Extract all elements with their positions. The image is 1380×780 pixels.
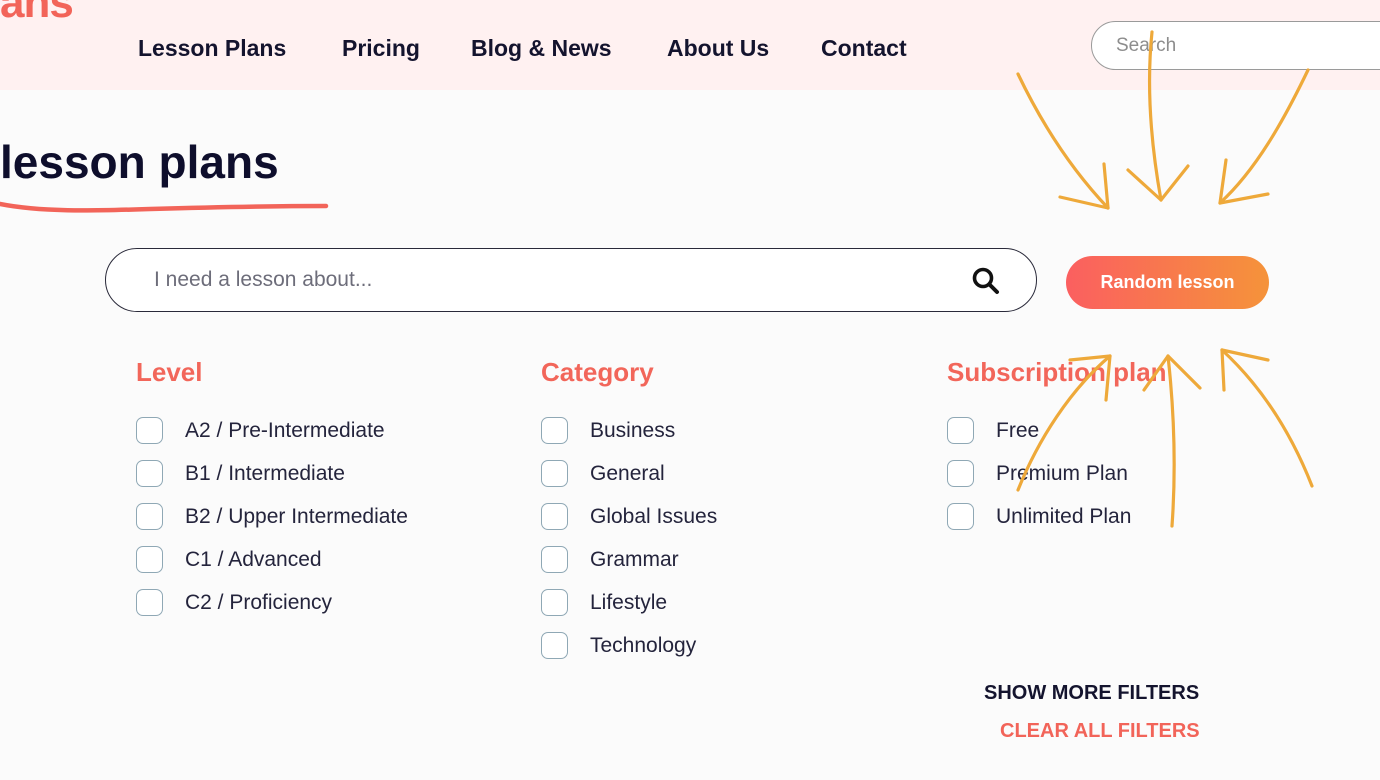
- site-logo[interactable]: ans: [0, 0, 74, 28]
- filter-option-grammar[interactable]: Grammar: [541, 538, 717, 581]
- filter-option-free[interactable]: Free: [947, 409, 1167, 452]
- filter-option-b1[interactable]: B1 / Intermediate: [136, 452, 408, 495]
- filter-option-business[interactable]: Business: [541, 409, 717, 452]
- filter-option-c1[interactable]: C1 / Advanced: [136, 538, 408, 581]
- filter-option-label: Business: [590, 418, 676, 442]
- title-underline: [0, 201, 329, 213]
- checkbox[interactable]: [136, 417, 163, 444]
- filter-option-a2[interactable]: A2 / Pre-Intermediate: [136, 409, 408, 452]
- header-search-input[interactable]: [1116, 34, 1366, 58]
- filter-option-c2[interactable]: C2 / Proficiency: [136, 581, 408, 624]
- filter-option-label: C1 / Advanced: [185, 547, 322, 571]
- checkbox[interactable]: [541, 546, 568, 573]
- checkbox[interactable]: [947, 417, 974, 444]
- checkbox[interactable]: [136, 589, 163, 616]
- filter-option-label: B2 / Upper Intermediate: [185, 504, 408, 528]
- filter-option-technology[interactable]: Technology: [541, 624, 717, 667]
- checkbox[interactable]: [136, 460, 163, 487]
- filter-option-label: Global Issues: [590, 504, 718, 528]
- filter-option-global-issues[interactable]: Global Issues: [541, 495, 717, 538]
- top-nav-bar: ans Lesson Plans Pricing Blog & News Abo…: [0, 0, 1380, 90]
- filter-list-subscription: Free Premium Plan Unlimited Plan: [947, 409, 1167, 538]
- filter-option-label: Premium Plan: [996, 461, 1128, 485]
- random-lesson-button[interactable]: Random lesson: [1066, 256, 1269, 309]
- filter-group-level: Level A2 / Pre-Intermediate B1 / Interme…: [136, 357, 408, 624]
- filter-option-b2[interactable]: B2 / Upper Intermediate: [136, 495, 408, 538]
- checkbox[interactable]: [541, 417, 568, 444]
- filter-option-label: Technology: [590, 633, 697, 657]
- filter-list-category: Business General Global Issues Grammar L…: [541, 409, 717, 667]
- lesson-search-input[interactable]: [154, 265, 934, 295]
- filter-option-label: B1 / Intermediate: [185, 461, 345, 485]
- nav-about-us[interactable]: About Us: [667, 35, 769, 62]
- header-search-box: [1091, 21, 1380, 70]
- filter-heading-subscription: Subscription plan: [947, 357, 1167, 387]
- nav-blog-news[interactable]: Blog & News: [471, 35, 612, 62]
- nav-lesson-plans[interactable]: Lesson Plans: [138, 35, 286, 62]
- nav-contact[interactable]: Contact: [821, 35, 907, 62]
- checkbox[interactable]: [541, 632, 568, 659]
- filter-option-label: C2 / Proficiency: [185, 590, 333, 614]
- checkbox[interactable]: [136, 503, 163, 530]
- checkbox[interactable]: [947, 503, 974, 530]
- page-title: lesson plans: [0, 136, 279, 188]
- search-icon[interactable]: [970, 265, 1002, 297]
- show-more-filters-link[interactable]: SHOW MORE FILTERS: [984, 682, 1199, 705]
- checkbox[interactable]: [947, 460, 974, 487]
- filter-option-premium[interactable]: Premium Plan: [947, 452, 1167, 495]
- filter-heading-category: Category: [541, 357, 654, 387]
- filter-option-label: Unlimited Plan: [996, 504, 1132, 528]
- filter-option-label: Free: [996, 418, 1040, 442]
- filter-option-label: Lifestyle: [590, 590, 668, 614]
- checkbox[interactable]: [541, 589, 568, 616]
- nav-pricing[interactable]: Pricing: [342, 35, 420, 62]
- arrow-bottom-middle: [1166, 354, 1176, 528]
- arrow-bottom-right: [1220, 348, 1314, 488]
- filter-option-unlimited[interactable]: Unlimited Plan: [947, 495, 1167, 538]
- checkbox[interactable]: [541, 460, 568, 487]
- filter-option-label: A2 / Pre-Intermediate: [185, 418, 385, 442]
- checkbox[interactable]: [541, 503, 568, 530]
- filter-option-label: General: [590, 461, 665, 485]
- checkbox[interactable]: [136, 546, 163, 573]
- filter-list-level: A2 / Pre-Intermediate B1 / Intermediate …: [136, 409, 408, 624]
- filter-group-category: Category Business General Global Issues …: [541, 357, 717, 667]
- arrow-top-left: [1016, 72, 1110, 210]
- filter-option-lifestyle[interactable]: Lifestyle: [541, 581, 717, 624]
- filter-heading-level: Level: [136, 357, 203, 387]
- filter-group-subscription: Subscription plan Free Premium Plan Unli…: [947, 357, 1167, 538]
- clear-all-filters-link[interactable]: CLEAR ALL FILTERS: [1000, 720, 1200, 743]
- filter-option-general[interactable]: General: [541, 452, 717, 495]
- filter-option-label: Grammar: [590, 547, 679, 571]
- lesson-search-box: [105, 248, 1037, 312]
